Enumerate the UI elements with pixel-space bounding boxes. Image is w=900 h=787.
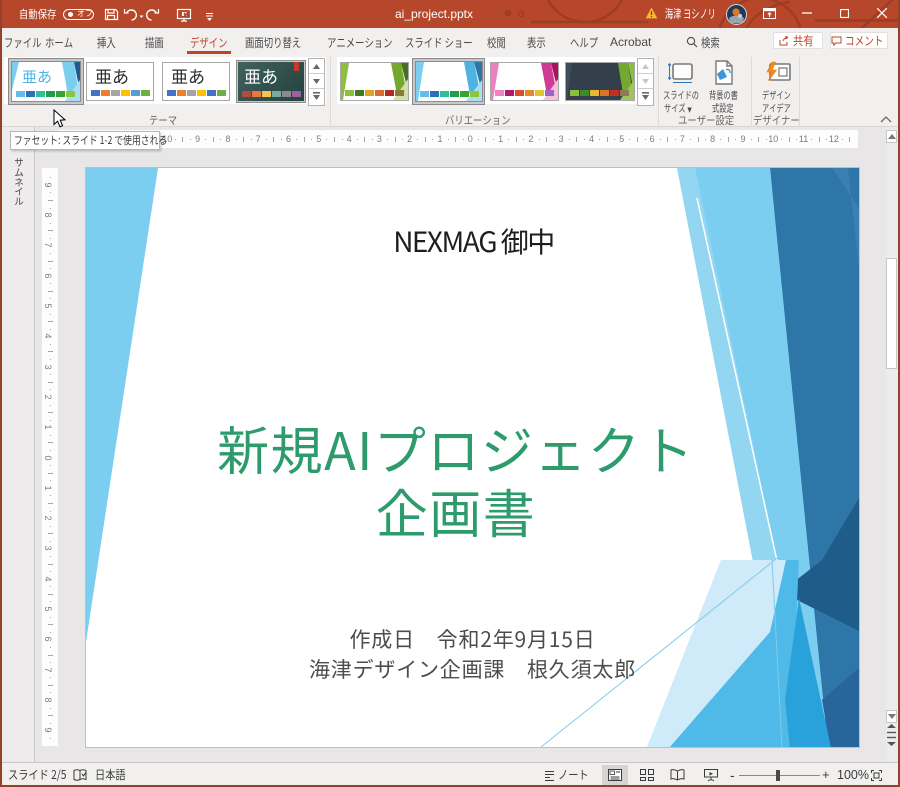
svg-text:亜あ: 亜あ <box>244 63 278 88</box>
svg-text:亜あ: 亜あ <box>22 66 52 87</box>
svg-text:亜あ: 亜あ <box>171 63 205 88</box>
svg-text:亜あ: 亜あ <box>95 63 129 88</box>
